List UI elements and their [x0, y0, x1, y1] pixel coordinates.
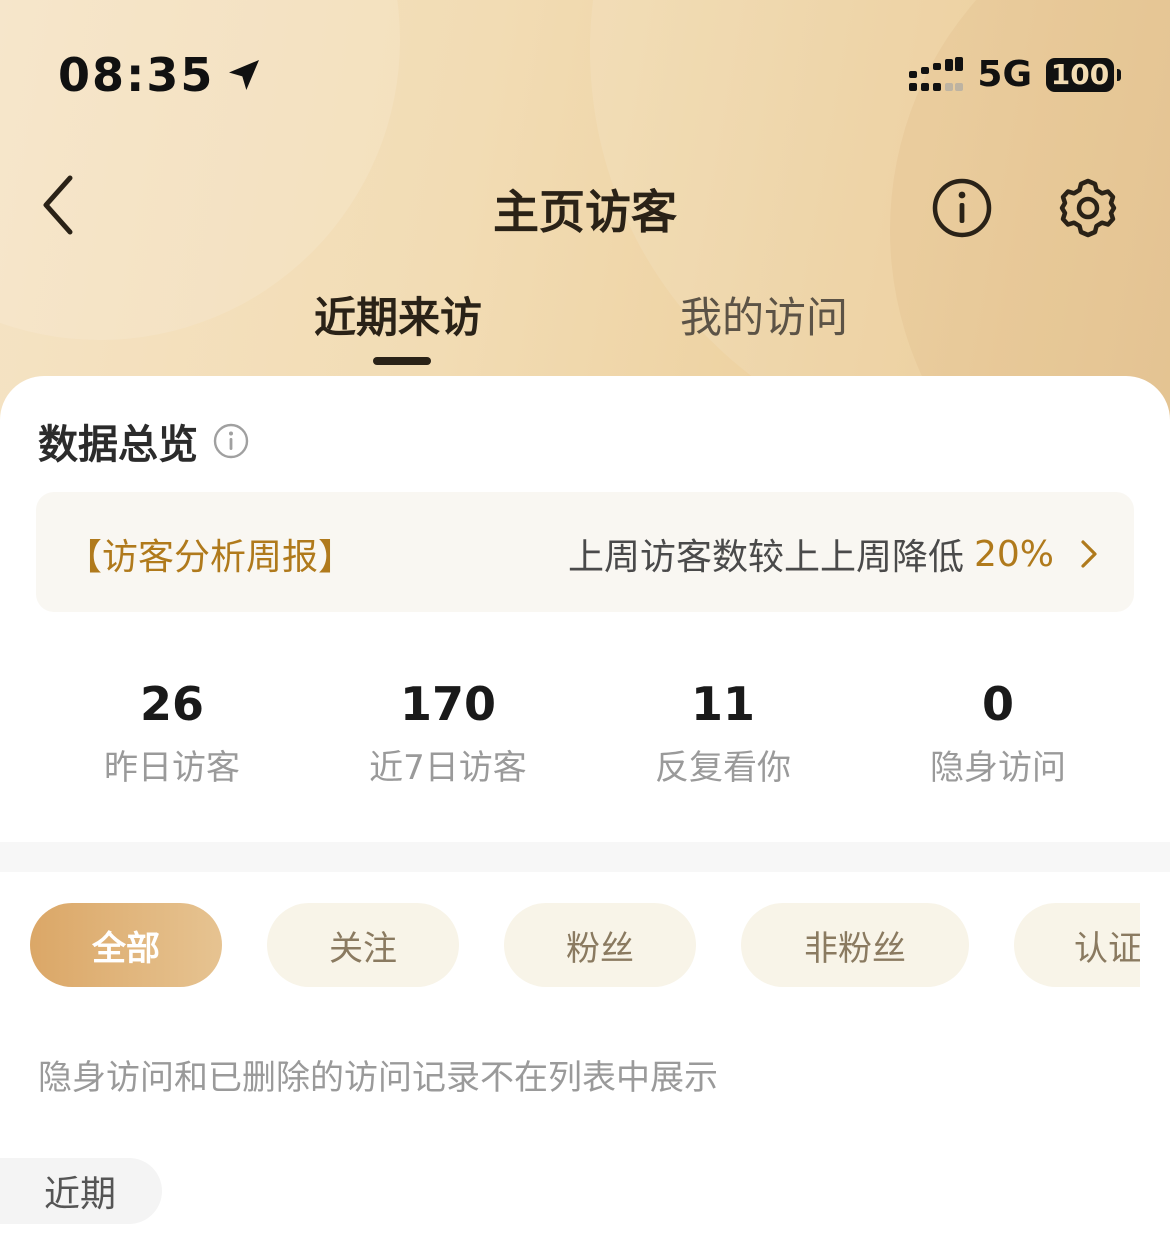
stat-hidden-visits[interactable]: 0 隐身访问: [860, 676, 1136, 789]
gear-icon: [1059, 178, 1117, 238]
weekly-report-summary: 上周访客数较上上周降低 20%: [568, 528, 1098, 580]
section-divider: [0, 842, 1170, 872]
filter-chip-all[interactable]: 全部: [30, 903, 222, 987]
tab-my-visits[interactable]: 我的访问: [680, 284, 848, 345]
stat-value: 0: [981, 677, 1014, 731]
filter-chip-fans[interactable]: 粉丝: [504, 903, 696, 987]
weekly-report-banner[interactable]: 【访客分析周报】 上周访客数较上上周降低 20%: [36, 492, 1134, 612]
weekly-report-text: 上周访客数较上上周降低: [567, 537, 964, 578]
status-indicators: 5G 100: [909, 54, 1121, 95]
overview-section-title: 数据总览: [38, 412, 250, 470]
status-time-text: 08:35: [58, 48, 215, 102]
stat-label: 近7日访客: [369, 748, 527, 788]
overview-title-text: 数据总览: [38, 422, 198, 468]
tab-recent-visits[interactable]: 近期来访: [314, 284, 482, 345]
info-button[interactable]: [930, 176, 994, 240]
stat-label: 隐身访问: [930, 748, 1066, 788]
stat-label: 反复看你: [655, 748, 791, 788]
settings-button[interactable]: [1056, 176, 1120, 240]
chevron-right-icon: [1081, 540, 1097, 568]
stat-label: 昨日访客: [104, 748, 240, 788]
stat-value: 11: [690, 677, 755, 731]
stat-value: 26: [139, 677, 204, 731]
filter-chip-verified[interactable]: 认证: [1014, 903, 1140, 987]
stat-yesterday-visitors[interactable]: 26 昨日访客: [34, 676, 310, 789]
stat-value: 170: [399, 677, 497, 731]
active-tab-indicator: [373, 357, 431, 365]
location-arrow-icon: [229, 60, 260, 90]
filter-chip-row[interactable]: 全部 关注 粉丝 非粉丝 认证: [0, 903, 1140, 987]
weekly-report-percent: 20%: [973, 533, 1054, 575]
info-icon: [932, 178, 992, 238]
filter-chip-following[interactable]: 关注: [267, 903, 459, 987]
page-title: 主页访客: [493, 185, 677, 239]
stat-7day-visitors[interactable]: 170 近7日访客: [310, 676, 586, 789]
battery-icon: 100: [1046, 57, 1121, 92]
list-group-header: 近期: [0, 1158, 162, 1224]
weekly-report-tag: 【访客分析周报】: [66, 537, 355, 578]
info-icon[interactable]: [212, 422, 250, 460]
network-type: 5G: [977, 54, 1032, 95]
status-time: 08:35: [58, 48, 264, 102]
battery-level: 100: [1050, 58, 1110, 91]
cellular-signal-icon: [909, 56, 964, 91]
hidden-visits-notice: 隐身访问和已删除的访问记录不在列表中展示: [38, 1058, 718, 1098]
filter-chip-non-fans[interactable]: 非粉丝: [741, 903, 969, 987]
screen: 08:35 5G 100 主页访客 近期来访 我的访问 数据总览 【访客分析周报…: [0, 0, 1170, 1260]
stat-repeat-viewers[interactable]: 11 反复看你: [585, 676, 861, 789]
